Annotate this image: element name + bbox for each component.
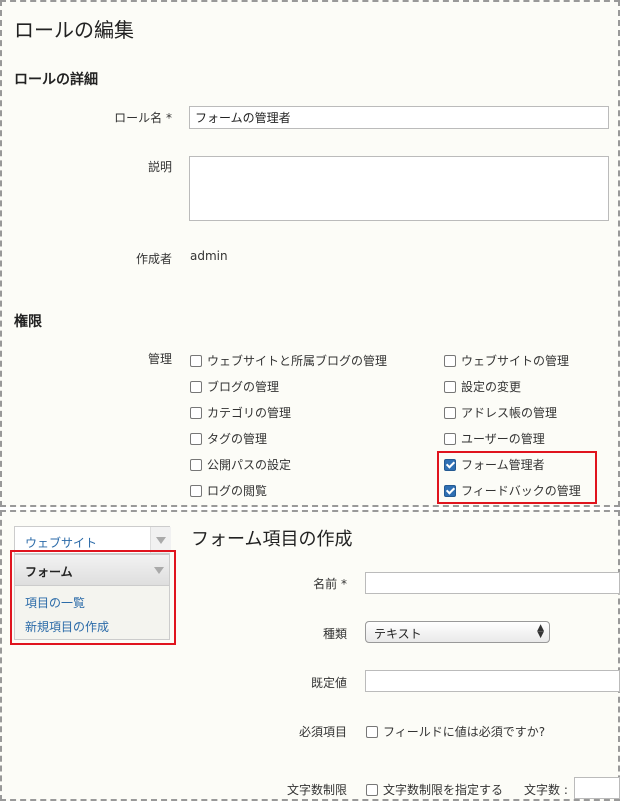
sidebar-item-create[interactable]: 新規項目の作成 <box>25 618 109 635</box>
checkbox-checked-icon[interactable] <box>444 484 456 497</box>
chevron-down-icon <box>156 537 166 544</box>
perm-checkbox[interactable]: アドレス帳の管理 <box>444 404 557 421</box>
perm-checkbox[interactable]: 公開パスの設定 <box>190 456 291 473</box>
form-title: フォーム項目の作成 <box>191 529 353 550</box>
perm-label: ブログの管理 <box>207 380 280 394</box>
checkbox-icon[interactable] <box>444 406 456 419</box>
perm-checkbox[interactable]: 設定の変更 <box>444 378 521 395</box>
checkbox-icon[interactable] <box>190 380 202 393</box>
perm-checkbox[interactable]: カテゴリの管理 <box>190 404 291 421</box>
perm-checkbox[interactable]: ブログの管理 <box>190 378 279 395</box>
sidebar-item-list[interactable]: 項目の一覧 <box>25 594 85 611</box>
length-checkbox[interactable]: 文字数制限を指定する <box>366 781 503 798</box>
sidebar-form-header[interactable]: フォーム <box>15 555 169 586</box>
role-name-label: ロール名 * <box>114 111 172 125</box>
name-label: 名前 * <box>313 577 347 591</box>
sidebar-form-menu: フォーム 項目の一覧 新規項目の作成 <box>14 554 170 640</box>
type-label: 種類 <box>322 627 347 641</box>
default-input[interactable] <box>365 670 620 692</box>
checkbox-icon[interactable] <box>366 783 378 796</box>
perm-label: ウェブサイトと所属ブログの管理 <box>207 354 388 368</box>
description-label: 説明 <box>147 160 172 174</box>
perm-label: 公開パスの設定 <box>207 458 292 472</box>
perm-label: フォーム管理者 <box>461 458 545 472</box>
details-heading: ロールの詳細 <box>14 72 98 88</box>
role-edit-panel: ロールの編集 ロールの詳細 ロール名 * フォームの管理者 説明 作成者 adm… <box>0 0 620 507</box>
perm-checkbox[interactable]: ログの閲覧 <box>190 482 267 499</box>
perm-label: ユーザーの管理 <box>461 432 545 446</box>
description-textarea[interactable] <box>189 156 609 221</box>
perm-checkbox[interactable]: ウェブサイトと所属ブログの管理 <box>190 352 387 369</box>
checkbox-icon[interactable] <box>190 432 202 445</box>
checkbox-icon[interactable] <box>190 354 202 367</box>
perm-label: アドレス帳の管理 <box>461 406 558 420</box>
name-input[interactable] <box>365 572 620 594</box>
type-select[interactable]: テキスト ▲ ▼ <box>365 621 550 643</box>
type-select-value: テキスト <box>374 627 422 641</box>
required-label: 必須項目 <box>298 725 347 739</box>
sidebar-form-label[interactable]: フォーム <box>25 563 73 580</box>
checkbox-icon[interactable] <box>190 484 202 497</box>
perm-label: タグの管理 <box>207 432 268 446</box>
perm-label: 設定の変更 <box>461 380 522 394</box>
length-label: 文字数制限 <box>286 783 347 797</box>
required-checkbox[interactable]: フィールドに値は必須ですか? <box>366 723 545 740</box>
length-checkbox-label: 文字数制限を指定する <box>383 783 504 797</box>
perm-checkbox-form-admin[interactable]: フォーム管理者 <box>444 456 545 473</box>
checkbox-icon[interactable] <box>444 380 456 393</box>
perm-checkbox[interactable]: タグの管理 <box>190 430 267 447</box>
checkbox-checked-icon[interactable] <box>444 458 456 471</box>
checkbox-icon[interactable] <box>366 725 378 738</box>
sidebar-website-label[interactable]: ウェブサイト <box>25 534 97 551</box>
perm-label: ウェブサイトの管理 <box>461 354 570 368</box>
perm-label: フィードバックの管理 <box>461 484 581 498</box>
perm-checkbox[interactable]: ウェブサイトの管理 <box>444 352 569 369</box>
creator-label: 作成者 <box>135 252 172 266</box>
char-count-label: 文字数 : <box>524 783 568 797</box>
checkbox-icon[interactable] <box>190 458 202 471</box>
checkbox-icon[interactable] <box>190 406 202 419</box>
creator-value: admin <box>190 249 228 263</box>
perm-label: カテゴリの管理 <box>207 406 292 420</box>
char-count-input[interactable] <box>574 777 620 799</box>
perm-label: ログの閲覧 <box>207 484 268 498</box>
admin-label: 管理 <box>147 352 172 366</box>
default-label: 既定値 <box>310 676 347 690</box>
perm-checkbox[interactable]: ユーザーの管理 <box>444 430 545 447</box>
required-checkbox-label: フィールドに値は必須ですか? <box>383 725 546 739</box>
role-name-input[interactable]: フォームの管理者 <box>189 106 609 129</box>
page-title: ロールの編集 <box>14 18 134 42</box>
checkbox-icon[interactable] <box>444 432 456 445</box>
checkbox-icon[interactable] <box>444 354 456 367</box>
chevron-down-icon[interactable] <box>154 567 164 574</box>
select-arrows-icon: ▲ ▼ <box>537 623 544 640</box>
perm-checkbox-feedback[interactable]: フィードバックの管理 <box>444 482 581 499</box>
form-item-create-panel: ウェブサイト フォーム 項目の一覧 新規項目の作成 フォーム項目の作成 名前 *… <box>0 510 620 801</box>
permissions-heading: 権限 <box>14 314 42 330</box>
